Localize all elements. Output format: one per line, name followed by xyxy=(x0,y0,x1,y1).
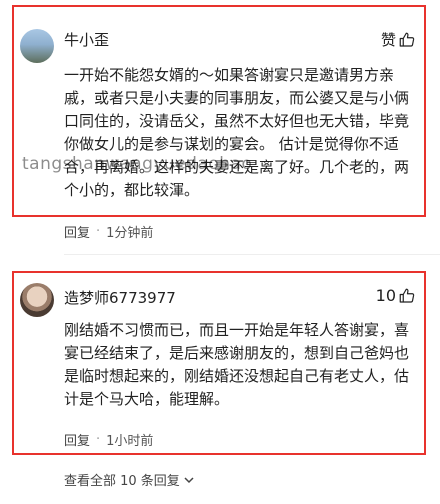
reply-button[interactable]: 回复 xyxy=(64,222,90,241)
comment-text: 一开始不能怨女婿的～如果答谢宴只是邀请男方亲戚，或者只是小夫妻的同事朋友，而公婆… xyxy=(64,66,410,199)
view-all-replies-button[interactable]: 查看全部 10 条回复 xyxy=(64,470,195,489)
watermark-text: tangshanwangyuedaohao xyxy=(22,154,253,174)
avatar[interactable] xyxy=(20,283,54,317)
view-all-label: 查看全部 10 条回复 xyxy=(64,474,180,489)
thumbs-up-icon xyxy=(399,288,415,303)
reply-button[interactable]: 回复 xyxy=(64,430,90,449)
comment-timestamp: 1小时前 xyxy=(106,434,154,449)
like-count: 10 xyxy=(375,286,396,305)
thumbs-up-icon xyxy=(399,32,415,47)
avatar[interactable] xyxy=(20,29,54,63)
comment-timestamp: 1分钟前 xyxy=(106,226,154,241)
like-button[interactable]: 赞 xyxy=(381,29,416,50)
comment-text: 刚结婚不习惯而已，而且一开始是年轻人答谢宴，喜宴已经结束了，是后来感谢朋友的，想… xyxy=(64,321,410,408)
like-button[interactable]: 10 xyxy=(376,286,416,305)
divider xyxy=(64,254,440,255)
comment-meta: 回复 · 1小时前 xyxy=(64,430,153,449)
comment-username[interactable]: 造梦师6773977 xyxy=(64,287,176,308)
like-label: 赞 xyxy=(380,31,396,49)
separator-dot: · xyxy=(96,224,101,239)
comment-card: 造梦师6773977 10 刚结婚不习惯而已，而且一开始是年轻人答谢宴，喜宴已经… xyxy=(12,271,426,455)
comment-username[interactable]: 牛小歪 xyxy=(64,29,109,50)
comment-card: 牛小歪 赞 一开始不能怨女婿的～如果答谢宴只是邀请男方亲戚，或者只是小夫妻的同事… xyxy=(12,5,426,217)
chevron-down-icon xyxy=(184,476,194,483)
separator-dot: · xyxy=(96,432,101,447)
comment-meta: 回复 · 1分钟前 xyxy=(64,222,153,241)
